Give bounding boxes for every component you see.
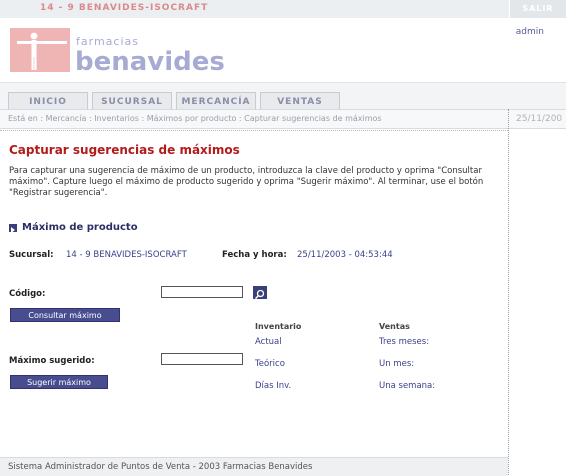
current-date: 25/11/200 — [516, 114, 563, 124]
tab-inicio[interactable]: INICIO — [8, 92, 88, 110]
branch-label: Sucursal: — [9, 250, 54, 260]
footer: Sistema Administrador de Puntos de Venta… — [0, 457, 508, 476]
user-name: admin — [515, 27, 544, 37]
consult-maximum-button[interactable]: Consultar máximo — [10, 308, 120, 322]
section-title: Máximo de producto — [22, 222, 138, 233]
main-tabs: INICIO SUCURSAL MERCANCÍA VENTAS — [0, 82, 566, 110]
top-bar: 14 - 9 BENAVIDES-ISOCRAFT SALIR — [0, 0, 566, 19]
arrow-right-icon — [9, 224, 17, 233]
horizontal-divider — [0, 130, 508, 131]
suggested-maximum-label: Máximo sugerido: — [9, 356, 95, 366]
branch-value: 14 - 9 BENAVIDES-ISOCRAFT — [66, 250, 187, 260]
inventory-theoretical: Teórico — [255, 359, 285, 369]
code-input[interactable] — [161, 286, 243, 298]
suggest-maximum-button[interactable]: Sugerir máximo — [10, 375, 108, 389]
inventory-days: Días Inv. — [255, 381, 292, 391]
code-label: Código: — [9, 289, 46, 299]
page-title: Capturar sugerencias de máximos — [9, 143, 240, 157]
logo-graphic: farmacias benavides — [10, 28, 225, 77]
sales-one-month: Un mes: — [379, 359, 415, 369]
tab-mercancia[interactable]: MERCANCÍA — [176, 92, 256, 110]
tab-sucursal[interactable]: SUCURSAL — [92, 92, 172, 110]
tab-ventas[interactable]: VENTAS — [260, 92, 340, 110]
search-icon — [254, 289, 265, 300]
inventory-heading: Inventario — [255, 322, 302, 331]
vertical-divider — [508, 109, 509, 475]
sales-heading: Ventas — [379, 322, 410, 331]
sales-one-week: Una semana: — [379, 381, 436, 391]
breadcrumb: Está en : Mercancía : Inventarios : Máxi… — [8, 114, 382, 123]
datetime-label: Fecha y hora: — [222, 250, 287, 260]
logo-text-large: benavides — [75, 47, 225, 74]
benavides-logo: farmacias benavides — [10, 28, 235, 77]
store-indicator: 14 - 9 BENAVIDES-ISOCRAFT — [40, 3, 209, 13]
exit-button[interactable]: SALIR — [509, 0, 566, 18]
datetime-value: 25/11/2003 - 04:53:44 — [297, 250, 393, 260]
page-instructions: Para capturar una sugerencia de máximo d… — [9, 166, 484, 198]
suggested-maximum-input[interactable] — [161, 353, 243, 365]
search-button[interactable] — [253, 286, 267, 300]
sales-three-months: Tres meses: — [379, 337, 430, 347]
inventory-current: Actual — [255, 337, 282, 347]
breadcrumb-bar: Está en : Mercancía : Inventarios : Máxi… — [0, 109, 566, 129]
footer-text: Sistema Administrador de Puntos de Venta… — [8, 462, 313, 472]
